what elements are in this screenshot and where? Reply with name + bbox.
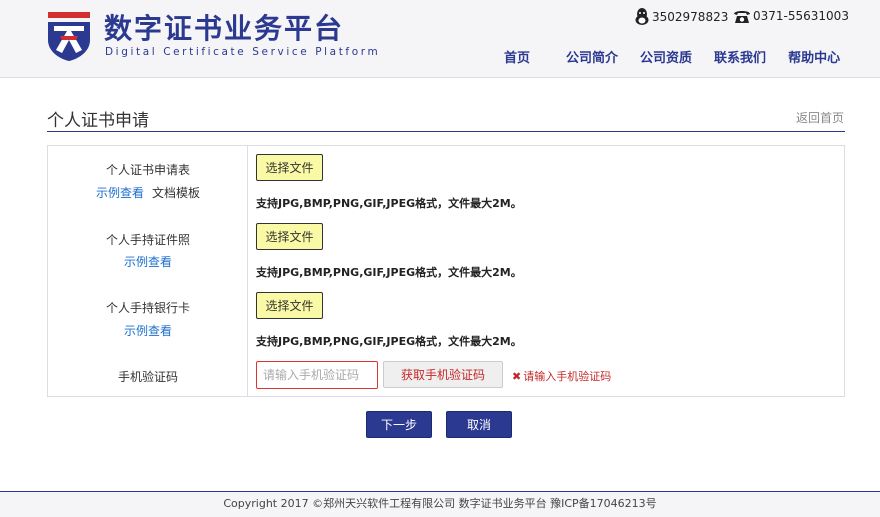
phone-contact: 0371-55631003 [733,8,849,24]
file-format-hint: 支持JPG,BMP,PNG,GIF,JPEG格式，文件最大2M。 [256,335,522,348]
qq-contact: 3502978823 [634,8,728,26]
row-links-bank-card: 示例查看 [48,322,248,339]
nav-home[interactable]: 首页 [504,47,530,66]
sms-code-input[interactable] [256,361,378,389]
choose-file-button[interactable]: 选择文件 [256,154,323,181]
main-nav: 首页 公司简介 公司资质 联系我们 帮助中心 [496,47,840,66]
shield-logo-icon[interactable] [46,10,92,62]
nav-qualifications[interactable]: 公司资质 [640,47,692,66]
example-view-link[interactable]: 示例查看 [96,186,144,200]
row-links-id-photo: 示例查看 [48,253,248,270]
close-icon: ✖ [512,369,522,383]
site-footer: Copyright 2017 ©郑州天兴软件工程有限公司 数字证书业务平台 豫I… [0,491,880,517]
phone-number: 0371-55631003 [753,9,849,23]
choose-file-button[interactable]: 选择文件 [256,223,323,250]
row-label-bank-card: 个人手持银行卡 [105,301,190,315]
application-form: 个人证书申请表 示例查看 文档模板 选择文件 支持JPG,BMP,PNG,GIF,… [47,145,845,397]
nav-about[interactable]: 公司简介 [566,47,618,66]
choose-file-button[interactable]: 选择文件 [256,292,323,319]
example-view-link[interactable]: 示例查看 [124,324,172,338]
site-header: 数字证书业务平台 Digital Certificate Service Pla… [0,0,880,78]
file-format-hint: 支持JPG,BMP,PNG,GIF,JPEG格式，文件最大2M。 [256,197,522,210]
row-label-application-form: 个人证书申请表 [105,163,190,177]
sms-error-text: 请输入手机验证码 [523,370,612,383]
sms-error-message: ✖ 请输入手机验证码 [512,368,611,384]
row-label-id-photo: 个人手持证件照 [105,233,190,247]
row-links-application-form: 示例查看 文档模板 [48,184,248,201]
example-view-link[interactable]: 示例查看 [124,255,172,269]
nav-help[interactable]: 帮助中心 [788,47,840,66]
nav-contact[interactable]: 联系我们 [714,47,766,66]
back-home-link[interactable]: 返回首页 [796,109,844,126]
next-step-button[interactable]: 下一步 [366,411,432,438]
row-label-sms-code: 手机验证码 [117,370,178,384]
file-format-hint: 支持JPG,BMP,PNG,GIF,JPEG格式，文件最大2M。 [256,266,522,279]
brand-title: 数字证书业务平台 [104,12,345,45]
get-sms-code-button[interactable]: 获取手机验证码 [383,361,503,388]
document-template-link[interactable]: 文档模板 [152,186,200,200]
title-divider [47,131,845,132]
brand-subtitle: Digital Certificate Service Platform [105,46,381,58]
cancel-button[interactable]: 取消 [446,411,512,438]
qq-number: 3502978823 [652,10,729,24]
qq-penguin-icon [635,8,649,25]
telephone-icon [734,11,750,23]
page-title: 个人证书申请 [47,111,149,131]
